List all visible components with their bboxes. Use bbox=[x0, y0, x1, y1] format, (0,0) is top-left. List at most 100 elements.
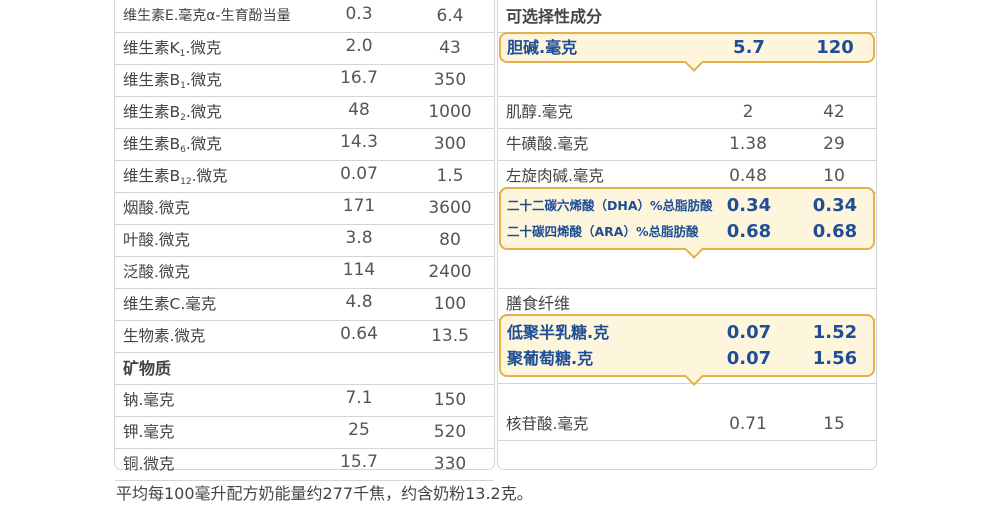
ara-v2: 0.68 bbox=[812, 221, 858, 242]
taurine-row: 牛磺酸.毫克 1.38 29 bbox=[498, 129, 876, 161]
fiber-highlight: 低聚半乳糖.克 0.07 1.52 聚葡萄糖.克 0.07 1.56 bbox=[499, 314, 875, 386]
taurine-v2: 29 bbox=[823, 134, 845, 154]
nutrient-value-v2: 150 bbox=[433, 390, 467, 410]
pdx-name: 聚葡萄糖.克 bbox=[507, 349, 594, 368]
nutrient-value-v2: 350 bbox=[433, 70, 467, 90]
nutrient-name: 叶酸.微克 bbox=[123, 225, 190, 256]
ara-v1: 0.68 bbox=[726, 221, 772, 242]
nutrient-value-v1: 3.8 bbox=[345, 228, 373, 248]
nutrient-name-text: 铜.微克 bbox=[123, 455, 175, 473]
ara-name: 二十碳四烯酸（ARA）%总脂肪酸 bbox=[507, 224, 699, 239]
nutrient-row: 维生素E.毫克α-生育酚当量 0.3 6.4 bbox=[115, 1, 494, 33]
nutrient-value-v1: 15.7 bbox=[340, 452, 378, 472]
nutrient-name-text: 维生素B bbox=[123, 135, 181, 153]
pdx-v1: 0.07 bbox=[726, 348, 772, 369]
section-header: 矿物质 bbox=[123, 359, 172, 378]
nutrient-value-v2: 6.4 bbox=[436, 6, 464, 26]
nutrient-row: 维生素B12.微克 0.07 1.5 bbox=[115, 161, 494, 193]
nutrient-row: 维生素K1.微克 2.0 43 bbox=[115, 33, 494, 65]
nutrient-name: 维生素B6.微克 bbox=[123, 129, 222, 160]
nutrient-name: 维生素B1.微克 bbox=[123, 65, 222, 96]
optional-ingredients-header-row: 可选择性成分 bbox=[498, 1, 876, 33]
nutrient-value-v2: 1000 bbox=[428, 102, 472, 122]
choline-name: 胆碱.毫克 bbox=[507, 38, 578, 57]
nutrient-value-v2: 100 bbox=[433, 294, 467, 314]
nutrient-value-v1: 16.7 bbox=[340, 68, 378, 88]
gos-v1: 0.07 bbox=[726, 322, 772, 343]
nutrient-name-text: 维生素K bbox=[123, 39, 180, 57]
nutrient-value-v1: 171 bbox=[342, 196, 376, 216]
nutrient-row: 维生素C.毫克 4.8 100 bbox=[115, 289, 494, 321]
nutrient-name: 铜.微克 bbox=[123, 449, 174, 480]
pdx-v2: 1.56 bbox=[812, 348, 858, 369]
inositol-v2: 42 bbox=[823, 102, 845, 122]
choline-value-per100g: 120 bbox=[816, 37, 854, 58]
nutrient-value-v1: 2.0 bbox=[345, 36, 373, 56]
nutrient-value-v2: 300 bbox=[433, 134, 467, 154]
nutrient-name-text: 钠.毫克 bbox=[123, 391, 175, 409]
nutrient-name: 钾.毫克 bbox=[123, 417, 174, 448]
gos-v2: 1.52 bbox=[812, 322, 858, 343]
nutrient-unit: .微克 bbox=[191, 167, 228, 185]
choline-value-per100kj: 5.7 bbox=[733, 37, 765, 58]
nutrient-row: 生物素.微克 0.64 13.5 bbox=[115, 321, 494, 353]
nutrient-value-v1: 4.8 bbox=[345, 292, 373, 312]
nutrient-name-text: 生物素.微克 bbox=[123, 327, 206, 345]
energy-footnote: 平均每100毫升配方奶能量约277千焦，约含奶粉13.2克。 bbox=[116, 484, 533, 503]
nutrient-value-v1: 14.3 bbox=[340, 132, 378, 152]
nutrient-row: 泛酸.微克 114 2400 bbox=[115, 257, 494, 289]
nutrient-value-v2: 13.5 bbox=[431, 326, 469, 346]
nutrient-value-v2: 520 bbox=[433, 422, 467, 442]
nutrient-unit: .微克 bbox=[185, 135, 222, 153]
nutrient-unit: .微克 bbox=[185, 71, 222, 89]
inositol-v1: 2 bbox=[742, 102, 754, 122]
nutrient-name: 维生素E.毫克α-生育酚当量 bbox=[123, 1, 291, 32]
nutrient-name: 维生素C.毫克 bbox=[123, 289, 216, 320]
inositol-row: 肌醇.毫克 2 42 bbox=[498, 97, 876, 129]
nucleotide-name: 核苷酸.毫克 bbox=[506, 415, 589, 433]
choline-highlight: 胆碱.毫克 5.7 120 bbox=[499, 32, 875, 72]
nutrient-name-text: 烟酸.微克 bbox=[123, 199, 190, 217]
nutrient-value-v2: 330 bbox=[433, 454, 467, 474]
nutrient-unit: .微克 bbox=[185, 39, 222, 57]
nutrient-name: 维生素K1.微克 bbox=[123, 33, 221, 64]
nutrient-value-v1: 25 bbox=[348, 420, 370, 440]
nutrient-value-v1: 114 bbox=[342, 260, 376, 280]
nutrient-name-text: 维生素E.毫克α-生育酚当量 bbox=[123, 8, 291, 24]
nucleotide-v1: 0.71 bbox=[729, 414, 767, 434]
nutrient-value-v2: 1.5 bbox=[436, 166, 464, 186]
nutrient-value-v2: 43 bbox=[439, 38, 461, 58]
nucleotide-row: 核苷酸.毫克 0.71 15 bbox=[498, 409, 876, 441]
nutrient-subscript: 12 bbox=[180, 177, 192, 187]
nutrient-row: 钠.毫克 7.1 150 bbox=[115, 385, 494, 417]
nutrient-value-v1: 0.64 bbox=[340, 324, 378, 344]
nutrient-value-v2: 3600 bbox=[428, 198, 472, 218]
section-header-row: 矿物质 bbox=[115, 353, 494, 385]
nutrient-row: 叶酸.微克 3.8 80 bbox=[115, 225, 494, 257]
nutrient-value-v1: 48 bbox=[348, 100, 370, 120]
nutrient-row: 烟酸.微克 171 3600 bbox=[115, 193, 494, 225]
nutrient-name: 生物素.微克 bbox=[123, 321, 205, 352]
fatty-acid-highlight: 二十二碳六烯酸（DHA）%总脂肪酸 0.34 0.34 二十碳四烯酸（ARA）%… bbox=[499, 187, 875, 259]
nutrient-name: 维生素B2.微克 bbox=[123, 97, 222, 128]
nutrient-row: 维生素B1.微克 16.7 350 bbox=[115, 65, 494, 97]
nutrient-value-v2: 80 bbox=[439, 230, 461, 250]
nutrient-value-v2: 2400 bbox=[428, 262, 472, 282]
nutrient-name-text: 泛酸.微克 bbox=[123, 263, 190, 281]
nutrient-name-text: 维生素C.毫克 bbox=[123, 295, 217, 313]
dha-name: 二十二碳六烯酸（DHA）%总脂肪酸 bbox=[507, 198, 713, 213]
nutrient-name: 泛酸.微克 bbox=[123, 257, 190, 288]
nutrient-row: 钾.毫克 25 520 bbox=[115, 417, 494, 449]
nutrition-table-right: 可选择性成分 胆碱.毫克 5.7 120 肌醇.毫克 2 42 牛磺酸.毫克 1… bbox=[497, 0, 877, 470]
nutrient-row: 铜.微克 15.7 330 bbox=[115, 449, 494, 481]
inositol-name: 肌醇.毫克 bbox=[506, 103, 573, 121]
nutrient-unit: .微克 bbox=[185, 103, 222, 121]
nutrient-name-text: 维生素B bbox=[123, 103, 181, 121]
nutrient-value-v1: 7.1 bbox=[345, 388, 373, 408]
dha-v1: 0.34 bbox=[726, 195, 772, 216]
nutrient-row: 维生素B2.微克 48 1000 bbox=[115, 97, 494, 129]
nucleotide-v2: 15 bbox=[823, 414, 845, 434]
taurine-name: 牛磺酸.毫克 bbox=[506, 135, 589, 153]
gos-name: 低聚半乳糖.克 bbox=[507, 323, 610, 342]
nutrient-name: 维生素B12.微克 bbox=[123, 161, 228, 192]
